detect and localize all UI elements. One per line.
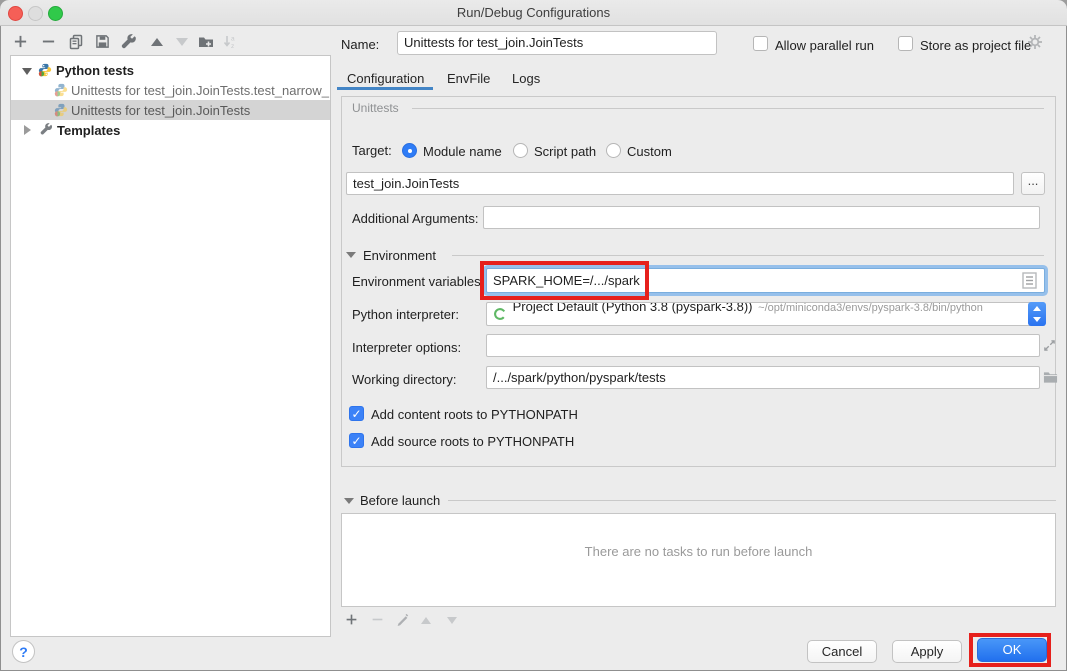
add-source-roots-label: Add source roots to PYTHONPATH (371, 434, 574, 449)
add-content-roots-label: Add content roots to PYTHONPATH (371, 407, 578, 422)
browse-folder-icon[interactable] (1043, 370, 1058, 387)
move-task-up-icon (417, 612, 434, 629)
save-configuration-icon[interactable] (94, 33, 111, 50)
target-custom-label[interactable]: Custom (627, 144, 672, 159)
interpreter-options-label: Interpreter options: (352, 340, 461, 355)
move-up-icon[interactable] (148, 33, 165, 50)
environment-collapse-icon[interactable] (346, 252, 356, 258)
apply-button[interactable]: Apply (892, 640, 962, 663)
python-interpreter-value: Project Default (Python 3.8 (pyspark-3.8… (513, 302, 753, 314)
python-test-config-icon (54, 83, 68, 97)
target-custom-radio[interactable] (606, 143, 621, 158)
configurations-tree: Python tests Unittests for test_join.Joi… (10, 55, 331, 637)
chevron-expanded-icon[interactable] (22, 68, 32, 75)
module-name-input[interactable]: test_join.JoinTests (346, 172, 1014, 195)
tree-item-label: Templates (57, 123, 120, 138)
ok-button[interactable]: OK (977, 638, 1047, 662)
conda-environment-icon (493, 307, 507, 324)
chevron-collapsed-icon[interactable] (24, 125, 31, 135)
store-as-project-file-label: Store as project file (920, 38, 1031, 53)
before-launch-empty-message: There are no tasks to run before launch (342, 544, 1055, 559)
working-directory-label: Working directory: (352, 372, 457, 387)
help-button[interactable]: ? (12, 640, 35, 663)
target-script-path-radio[interactable] (513, 143, 528, 158)
tree-item-label: Unittests for test_join.JoinTests.test_n… (71, 83, 329, 98)
add-task-icon[interactable] (343, 611, 360, 628)
target-label: Target: (352, 143, 392, 158)
tree-item-label: Python tests (56, 63, 134, 78)
section-divider (412, 108, 1044, 109)
add-content-roots-checkbox[interactable]: ✓ (349, 406, 364, 421)
interpreter-options-input[interactable] (486, 334, 1040, 357)
unittests-section-label: Unittests (352, 101, 399, 115)
create-new-folder-icon[interactable] (197, 33, 214, 50)
edit-task-icon (394, 611, 411, 628)
tree-item-templates[interactable]: Templates (11, 120, 330, 140)
remove-task-icon (369, 611, 386, 628)
name-label: Name: (341, 37, 379, 52)
environment-variables-value: SPARK_HOME=/.../spark (493, 273, 640, 288)
templates-wrench-icon (40, 123, 54, 137)
environment-variables-input[interactable]: SPARK_HOME=/.../spark (486, 268, 1045, 293)
tree-item-unittests-jointests-selected[interactable]: Unittests for test_join.JoinTests (11, 100, 330, 120)
target-module-name-label[interactable]: Module name (423, 144, 502, 159)
environment-variables-label: Environment variables: (352, 274, 484, 289)
target-script-path-label[interactable]: Script path (534, 144, 596, 159)
window-title: Run/Debug Configurations (0, 0, 1067, 25)
additional-arguments-label: Additional Arguments: (352, 211, 478, 226)
sort-configurations-icon: az (221, 33, 238, 50)
add-configuration-icon[interactable] (12, 33, 29, 50)
working-directory-input[interactable]: /.../spark/python/pyspark/tests (486, 366, 1040, 389)
run-debug-configurations-dialog: Run/Debug Configurations az Python tests (0, 0, 1067, 671)
additional-arguments-input[interactable] (483, 206, 1040, 229)
before-launch-collapse-icon[interactable] (344, 498, 354, 504)
section-divider (452, 255, 1044, 256)
python-interpreter-select[interactable]: Project Default (Python 3.8 (pyspark-3.8… (486, 302, 1045, 326)
active-tab-indicator (337, 87, 433, 90)
remove-configuration-icon[interactable] (40, 33, 57, 50)
environment-section-label: Environment (363, 248, 436, 263)
tab-configuration[interactable]: Configuration (347, 71, 424, 86)
svg-text:z: z (231, 43, 234, 50)
expand-field-icon[interactable] (1043, 339, 1056, 355)
target-module-name-radio[interactable] (402, 143, 417, 158)
cancel-button[interactable]: Cancel (807, 640, 877, 663)
edit-templates-icon[interactable] (120, 33, 137, 50)
allow-parallel-run-label: Allow parallel run (775, 38, 874, 53)
tab-logs[interactable]: Logs (512, 71, 540, 86)
browse-module-button[interactable]: ... (1021, 172, 1045, 195)
tree-item-python-tests[interactable]: Python tests (11, 60, 330, 80)
tree-item-label: Unittests for test_join.JoinTests (71, 103, 250, 118)
allow-parallel-run-checkbox[interactable] (753, 36, 768, 51)
name-input[interactable]: Unittests for test_join.JoinTests (397, 31, 717, 55)
store-as-project-file-checkbox[interactable] (898, 36, 913, 51)
section-divider (448, 500, 1056, 501)
store-settings-gear-icon[interactable] (1027, 34, 1043, 53)
before-launch-section-label: Before launch (360, 493, 440, 508)
copy-configuration-icon[interactable] (67, 33, 84, 50)
tab-envfile[interactable]: EnvFile (447, 71, 490, 86)
python-test-config-icon (54, 103, 68, 117)
python-tests-icon (38, 63, 52, 77)
python-interpreter-label: Python interpreter: (352, 307, 459, 322)
python-interpreter-path: ~/opt/miniconda3/envs/pyspark-3.8/bin/py… (758, 302, 983, 314)
move-task-down-icon (443, 612, 460, 629)
before-launch-task-list[interactable]: There are no tasks to run before launch (341, 513, 1056, 607)
svg-text:a: a (231, 35, 235, 42)
interpreter-dropdown-stepper[interactable] (1028, 302, 1046, 326)
add-source-roots-checkbox[interactable]: ✓ (349, 433, 364, 448)
tree-item-unittests-test-narrow[interactable]: Unittests for test_join.JoinTests.test_n… (11, 80, 330, 100)
move-down-icon (173, 33, 190, 50)
edit-environment-variables-icon[interactable] (1022, 272, 1037, 292)
titlebar: Run/Debug Configurations (0, 0, 1067, 26)
